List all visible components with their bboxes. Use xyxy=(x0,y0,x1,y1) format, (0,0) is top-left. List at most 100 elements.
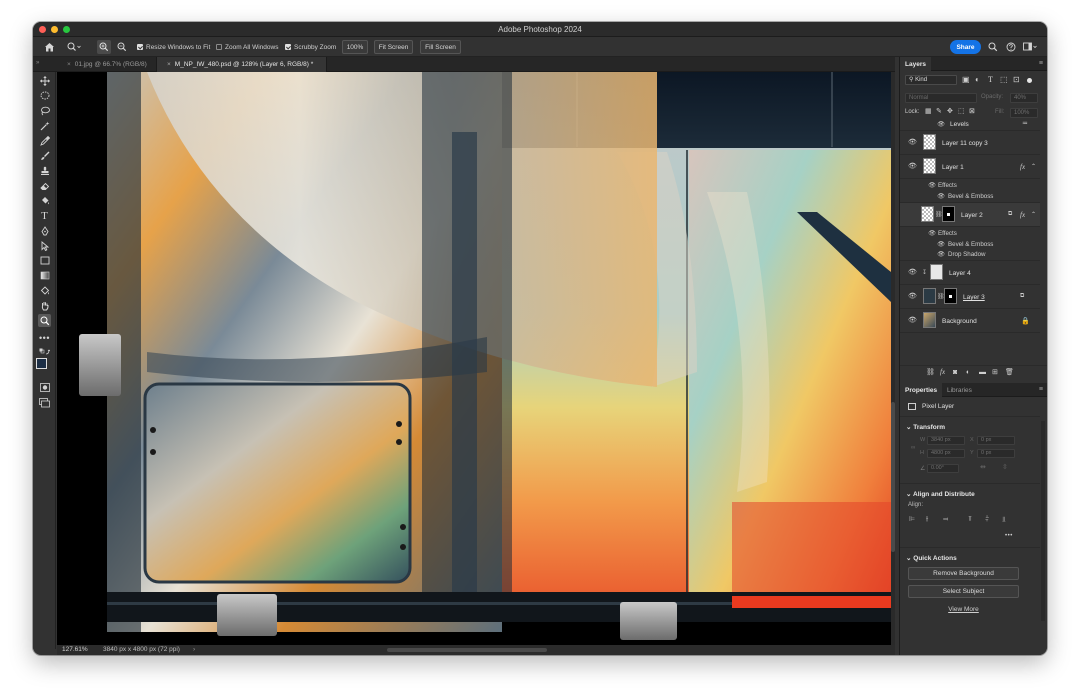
close-tab-icon[interactable]: × xyxy=(67,61,71,68)
hand-tool[interactable] xyxy=(38,299,51,312)
opacity-input[interactable]: 40% xyxy=(1010,93,1038,103)
effect-visibility-icon[interactable]: 👁 xyxy=(937,240,945,248)
link-dimensions-icon[interactable]: ∞ xyxy=(911,445,915,451)
filter-shape-icon[interactable]: ⬚ xyxy=(1000,76,1008,84)
view-more-link[interactable]: View More xyxy=(900,606,1027,613)
zoom-tool-preset-button[interactable] xyxy=(67,37,81,57)
angle-input[interactable]: 0.00° xyxy=(927,464,959,473)
effect-visibility-icon[interactable]: 👁 xyxy=(937,250,945,258)
fx-icon[interactable]: fx xyxy=(1020,211,1025,219)
fx-icon[interactable]: fx xyxy=(1020,163,1025,171)
blend-mode-select[interactable]: Normal xyxy=(905,93,977,103)
frame-tool[interactable] xyxy=(38,269,51,282)
home-button[interactable] xyxy=(44,37,55,57)
panel-menu-icon[interactable]: ≡ xyxy=(1039,60,1043,67)
height-input[interactable]: 4800 px xyxy=(927,449,965,458)
lock-transparent-icon[interactable]: ▦ xyxy=(925,108,932,116)
layer-row-layer-4[interactable]: 👁 ↧ Layer 4 xyxy=(900,261,1040,285)
search-button[interactable] xyxy=(988,37,998,57)
effect-visibility-icon[interactable]: 👁 xyxy=(937,192,945,200)
zoom-tool[interactable] xyxy=(38,314,51,327)
align-horizontal-center-icon[interactable]: ⫲ xyxy=(926,516,928,524)
visibility-icon[interactable]: 👁 xyxy=(908,292,917,300)
tab-01-jpg[interactable]: × 01.jpg @ 66.7% (RGB/8) xyxy=(57,57,157,72)
quick-mask-button[interactable] xyxy=(38,381,51,394)
tab-libraries[interactable]: Libraries xyxy=(942,383,977,397)
healing-brush-tool[interactable] xyxy=(38,149,51,162)
eraser-tool[interactable] xyxy=(38,179,51,192)
pen-tool[interactable] xyxy=(38,224,51,237)
move-tool[interactable] xyxy=(38,74,51,87)
screen-mode-button[interactable] xyxy=(38,396,51,409)
collapse-effects-icon[interactable]: ⌃ xyxy=(1031,163,1036,170)
expand-toolbar-icon[interactable]: » xyxy=(36,60,39,66)
rectangle-tool[interactable] xyxy=(38,254,51,267)
layer-row-layer-11-copy-3[interactable]: 👁 Layer 11 copy 3 xyxy=(900,131,1040,155)
vertical-scroll-thumb[interactable] xyxy=(891,402,895,552)
flip-vertical-icon[interactable]: ⇳ xyxy=(1002,464,1008,472)
status-menu-arrow-icon[interactable]: › xyxy=(193,646,195,653)
layer-row-background[interactable]: 👁 Background 🔒 xyxy=(900,309,1040,333)
object-selection-tool[interactable] xyxy=(38,119,51,132)
help-button[interactable] xyxy=(1006,37,1016,57)
layer-row-layer-1[interactable]: 👁 Layer 1 fx ⌃ xyxy=(900,155,1040,179)
new-layer-icon[interactable]: ⊞ xyxy=(992,369,998,377)
y-input[interactable]: 0 px xyxy=(977,449,1015,458)
lock-position-icon[interactable]: ✥ xyxy=(947,108,953,116)
fill-screen-button[interactable]: Fill Screen xyxy=(420,40,461,54)
align-bottom-icon[interactable]: ⫫ xyxy=(1002,516,1006,524)
lock-all-icon[interactable]: ⊠ xyxy=(969,108,975,116)
add-mask-icon[interactable]: ◙ xyxy=(953,369,957,377)
scrubby-zoom-checkbox[interactable] xyxy=(285,44,291,50)
crop-tool[interactable] xyxy=(38,134,51,147)
layer-row-layer-3[interactable]: 👁 ⛓ Layer 3 ⧉ xyxy=(900,285,1040,309)
collapse-effects-icon[interactable]: ⌃ xyxy=(1031,211,1036,218)
align-right-icon[interactable]: ⫤ xyxy=(943,516,948,524)
layer-filter-kind-select[interactable]: ⚲ Kind xyxy=(905,75,957,85)
x-input[interactable]: 0 px xyxy=(977,436,1015,445)
filter-adjustment-icon[interactable]: ◐ xyxy=(975,76,980,84)
properties-scrollbar[interactable] xyxy=(1041,421,1045,621)
align-vertical-center-icon[interactable]: ⫩ xyxy=(985,516,989,524)
fill-input[interactable]: 100% xyxy=(1010,108,1038,118)
zoom-level-field[interactable]: 127.61% xyxy=(62,646,88,653)
layer-row-levels[interactable]: 👁 Levels ≂ xyxy=(900,121,1040,131)
bucket-tool[interactable] xyxy=(38,284,51,297)
layer-row-layer-2[interactable]: ⛓ Layer 2 ⧉ fx ⌃ xyxy=(900,203,1040,227)
zoom-all-option[interactable]: Zoom All Windows xyxy=(216,37,278,57)
lock-image-icon[interactable]: ✎ xyxy=(936,108,942,116)
gradient-tool[interactable] xyxy=(38,194,51,207)
share-button[interactable]: Share xyxy=(950,40,981,54)
width-input[interactable]: 3840 px xyxy=(927,436,965,445)
lock-artboard-icon[interactable]: ⬚ xyxy=(958,108,965,116)
filter-toggle-icon[interactable] xyxy=(1027,78,1032,83)
adjustment-layer-icon[interactable]: ◐ xyxy=(966,369,970,377)
zoom-in-button[interactable] xyxy=(97,40,111,54)
align-section-header[interactable]: ⌄ Align and Distribute xyxy=(906,490,975,498)
document-canvas[interactable] xyxy=(57,72,891,645)
fit-screen-button[interactable]: Fit Screen xyxy=(374,40,413,54)
visibility-icon[interactable]: 👁 xyxy=(908,316,917,324)
marquee-tool[interactable] xyxy=(38,89,51,102)
lasso-tool[interactable] xyxy=(38,104,51,117)
panel-menu-icon[interactable]: ≡ xyxy=(1039,386,1043,393)
type-tool[interactable]: T xyxy=(38,209,51,222)
filter-smart-object-icon[interactable]: ⊡ xyxy=(1013,76,1020,84)
tab-m-np-iw-480[interactable]: × M_NP_IW_480.psd @ 128% (Layer 6, RGB/8… xyxy=(157,57,327,72)
resize-windows-option[interactable]: Resize Windows to Fit xyxy=(137,37,210,57)
tab-layers[interactable]: Layers xyxy=(900,57,931,71)
more-align-options-icon[interactable]: ••• xyxy=(1005,533,1013,539)
tab-properties[interactable]: Properties xyxy=(900,383,943,397)
visibility-icon[interactable]: 👁 xyxy=(937,121,945,128)
stamp-tool[interactable] xyxy=(38,164,51,177)
link-layers-icon[interactable]: ⛓ xyxy=(926,369,935,377)
filter-pixel-icon[interactable]: ▣ xyxy=(962,76,970,84)
zoom-out-button[interactable] xyxy=(117,37,127,57)
visibility-icon[interactable]: 👁 xyxy=(908,138,917,146)
workspace-button[interactable] xyxy=(1023,37,1037,57)
visibility-icon[interactable]: 👁 xyxy=(908,268,917,276)
effects-visibility-icon[interactable]: 👁 xyxy=(928,181,936,189)
close-tab-icon[interactable]: × xyxy=(167,61,171,68)
more-tools-button[interactable]: ••• xyxy=(38,331,51,344)
horizontal-scroll-thumb[interactable] xyxy=(387,648,547,652)
